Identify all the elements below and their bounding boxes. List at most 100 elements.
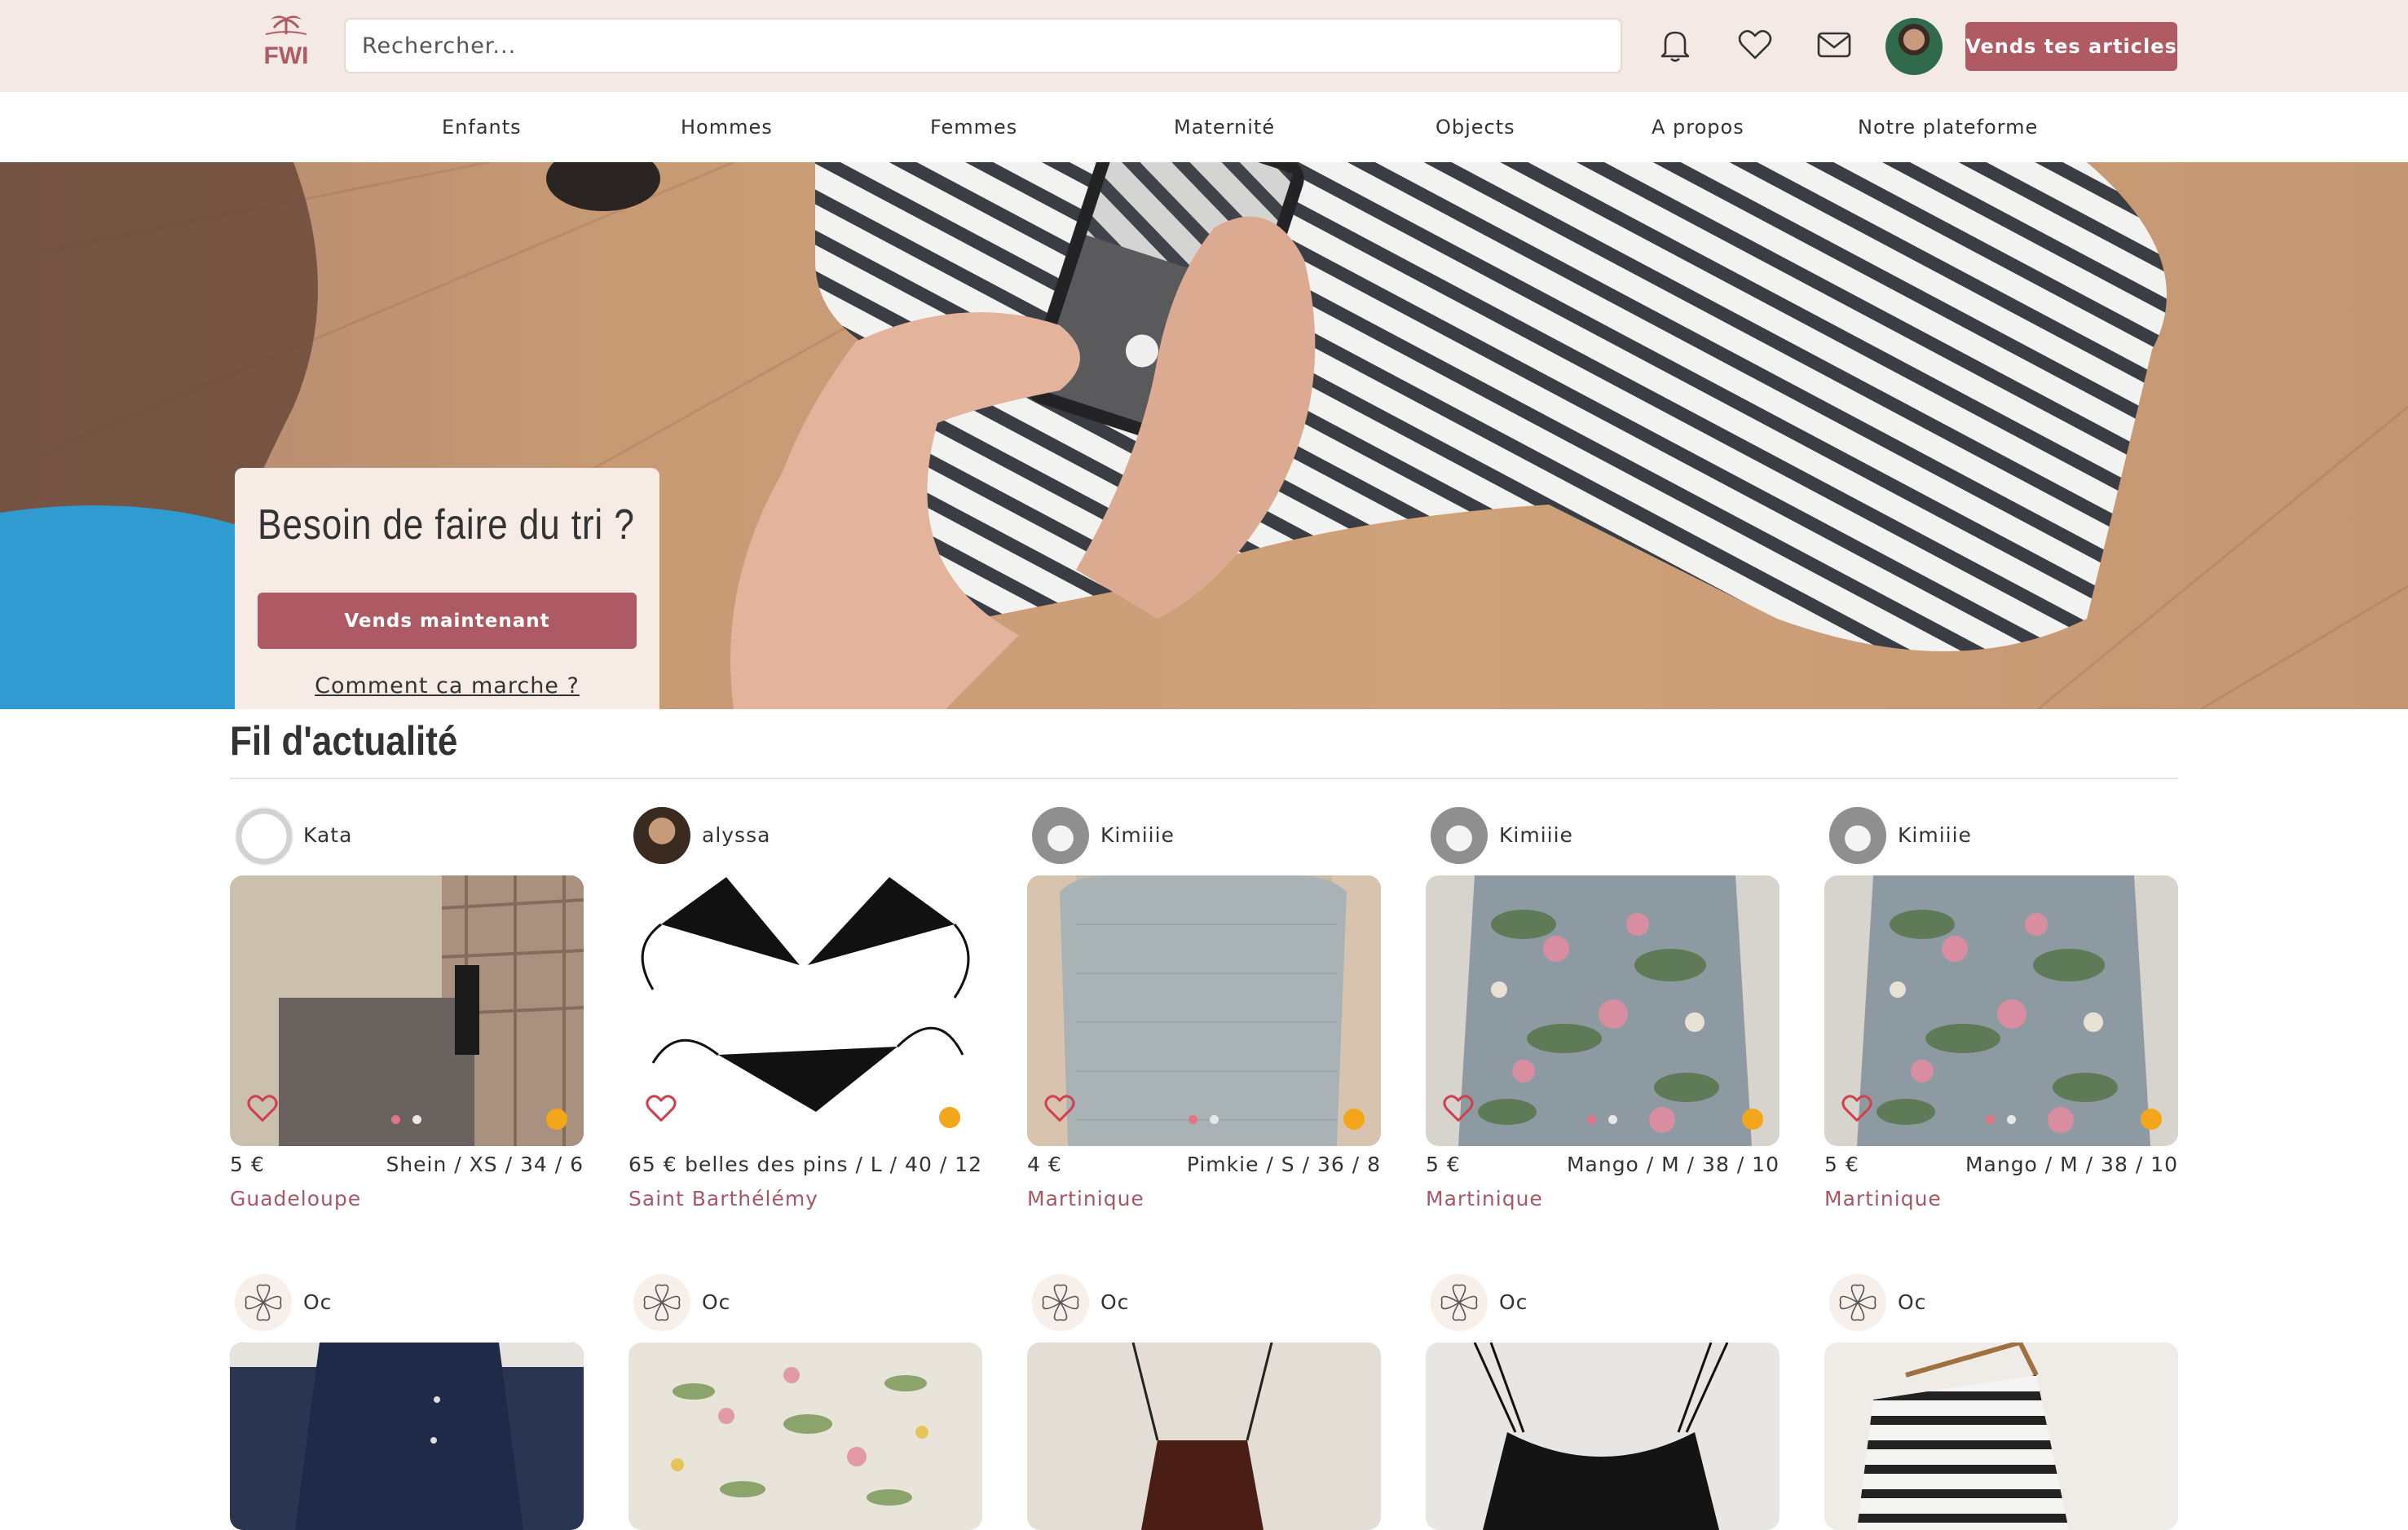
product-card[interactable]: Oc bbox=[230, 1274, 584, 1530]
boost-badge bbox=[546, 1109, 567, 1130]
image-carousel-dots[interactable] bbox=[1587, 1115, 1620, 1125]
product-image[interactable] bbox=[1824, 875, 2178, 1146]
product-card[interactable]: Kimiiie 5 € Mango / M / 38 / 10 Martiniq… bbox=[1824, 807, 2178, 1263]
divider bbox=[230, 778, 2178, 779]
product-card[interactable]: Kata 5 € Shein / XS / 34 / 6 Guadeloupe bbox=[230, 807, 584, 1263]
flower-icon bbox=[1042, 1284, 1079, 1321]
product-details: Pimkie / S / 36 / 8 bbox=[1186, 1153, 1381, 1176]
product-image[interactable] bbox=[1426, 875, 1780, 1146]
user-avatar[interactable] bbox=[1885, 18, 1943, 75]
product-card[interactable]: Oc bbox=[1027, 1274, 1381, 1530]
nav-item-hommes[interactable]: Hommes bbox=[681, 92, 773, 162]
favorite-heart-icon[interactable] bbox=[1043, 1094, 1076, 1123]
product-location: Martinique bbox=[1824, 1187, 1942, 1210]
product-image[interactable] bbox=[1824, 1343, 2178, 1530]
seller-avatar[interactable] bbox=[1032, 1274, 1089, 1331]
flower-icon bbox=[643, 1284, 681, 1321]
nav-item-objects[interactable]: Objects bbox=[1436, 92, 1515, 162]
sell-now-button[interactable]: Vends maintenant bbox=[258, 593, 637, 649]
product-card[interactable]: Kimiiie 5 € Mango / M / 38 / 10 Martiniq… bbox=[1426, 807, 1780, 1263]
seller-avatar[interactable] bbox=[235, 1274, 292, 1331]
seller-name[interactable]: Kata bbox=[303, 823, 352, 847]
seller-avatar[interactable] bbox=[1829, 807, 1886, 864]
seller-avatar[interactable] bbox=[1431, 807, 1488, 864]
hero-title: Besoin de faire du tri ? bbox=[258, 501, 635, 549]
product-card[interactable]: Oc bbox=[1426, 1274, 1780, 1530]
heart-icon bbox=[1738, 29, 1772, 60]
favorite-heart-icon[interactable] bbox=[246, 1094, 279, 1123]
product-location: Martinique bbox=[1027, 1187, 1144, 1210]
boost-badge bbox=[1742, 1109, 1763, 1130]
product-card[interactable]: Oc bbox=[628, 1274, 982, 1530]
site-logo[interactable]: FWI bbox=[259, 10, 313, 78]
nav-item-a-propos[interactable]: A propos bbox=[1652, 92, 1744, 162]
product-price: 5 € bbox=[1426, 1153, 1461, 1176]
product-details: Mango / M / 38 / 10 bbox=[1566, 1153, 1780, 1176]
boost-badge bbox=[1343, 1109, 1365, 1130]
mail-icon bbox=[1817, 32, 1851, 58]
image-carousel-dots[interactable] bbox=[1189, 1115, 1221, 1125]
product-card[interactable]: Kimiiie 4 € Pimkie / S / 36 / 8 Martiniq… bbox=[1027, 807, 1381, 1263]
product-price: 5 € bbox=[230, 1153, 265, 1176]
product-image[interactable] bbox=[1027, 875, 1381, 1146]
product-location: Martinique bbox=[1426, 1187, 1543, 1210]
boost-badge bbox=[939, 1107, 960, 1128]
product-price: 65 € bbox=[628, 1153, 677, 1176]
product-price: 4 € bbox=[1027, 1153, 1062, 1176]
bell-icon bbox=[1660, 31, 1690, 62]
seller-name[interactable]: Oc bbox=[1898, 1290, 1926, 1314]
nav-item-maternite[interactable]: Maternité bbox=[1174, 92, 1275, 162]
product-location: Guadeloupe bbox=[230, 1187, 362, 1210]
nav-item-femmes[interactable]: Femmes bbox=[930, 92, 1017, 162]
product-image[interactable] bbox=[1426, 1343, 1780, 1530]
boost-badge bbox=[2141, 1109, 2162, 1130]
image-carousel-dots[interactable] bbox=[1986, 1115, 2018, 1125]
feed-title: Fil d'actualité bbox=[230, 718, 458, 764]
product-image[interactable] bbox=[230, 1343, 584, 1530]
flower-icon bbox=[1839, 1284, 1877, 1321]
product-image[interactable] bbox=[628, 875, 982, 1146]
flower-icon bbox=[245, 1284, 282, 1321]
messages-button[interactable] bbox=[1812, 23, 1856, 67]
seller-avatar[interactable] bbox=[1829, 1274, 1886, 1331]
favorites-button[interactable] bbox=[1733, 23, 1777, 67]
seller-name[interactable]: Kimiiie bbox=[1499, 823, 1573, 847]
category-nav: Enfants Hommes Femmes Maternité Objects … bbox=[0, 92, 2408, 163]
sell-items-button[interactable]: Vends tes articles bbox=[1965, 22, 2177, 71]
image-carousel-dots[interactable] bbox=[391, 1115, 424, 1125]
seller-name[interactable]: Oc bbox=[303, 1290, 332, 1314]
seller-avatar[interactable] bbox=[1032, 807, 1089, 864]
search-input[interactable] bbox=[344, 18, 1622, 73]
product-details: belles des pins / L / 40 / 12 bbox=[685, 1153, 982, 1176]
favorite-heart-icon[interactable] bbox=[1841, 1094, 1873, 1123]
product-card[interactable]: alyssa 65 € belles des pins / L / 40 / 1… bbox=[628, 807, 982, 1263]
product-image[interactable] bbox=[628, 1343, 982, 1530]
product-details: Shein / XS / 34 / 6 bbox=[386, 1153, 584, 1176]
product-image[interactable] bbox=[1027, 1343, 1381, 1530]
seller-name[interactable]: Oc bbox=[1100, 1290, 1129, 1314]
favorite-heart-icon[interactable] bbox=[645, 1094, 677, 1123]
nav-item-notre-plateforme[interactable]: Notre plateforme bbox=[1858, 92, 2038, 162]
seller-name[interactable]: Oc bbox=[1499, 1290, 1528, 1314]
seller-avatar[interactable] bbox=[235, 807, 293, 866]
seller-avatar[interactable] bbox=[633, 1274, 690, 1331]
top-bar: FWI Vends tes articles bbox=[0, 0, 2408, 92]
seller-avatar[interactable] bbox=[1431, 1274, 1488, 1331]
product-details: Mango / M / 38 / 10 bbox=[1965, 1153, 2178, 1176]
seller-name[interactable]: Oc bbox=[702, 1290, 730, 1314]
notifications-button[interactable] bbox=[1653, 23, 1697, 67]
favorite-heart-icon[interactable] bbox=[1442, 1094, 1475, 1123]
seller-name[interactable]: Kimiiie bbox=[1100, 823, 1175, 847]
product-card[interactable]: Oc bbox=[1824, 1274, 2178, 1530]
product-location: Saint Barthélémy bbox=[628, 1187, 818, 1210]
hero-banner: Besoin de faire du tri ? Vends maintenan… bbox=[0, 162, 2408, 709]
seller-name[interactable]: alyssa bbox=[702, 823, 770, 847]
product-image[interactable] bbox=[230, 875, 584, 1146]
how-it-works-link[interactable]: Comment ca marche ? bbox=[258, 673, 637, 699]
product-price: 5 € bbox=[1824, 1153, 1859, 1176]
nav-item-enfants[interactable]: Enfants bbox=[442, 92, 522, 162]
logo-text: FWI bbox=[264, 42, 309, 69]
flower-icon bbox=[1440, 1284, 1478, 1321]
seller-avatar[interactable] bbox=[633, 807, 690, 864]
seller-name[interactable]: Kimiiie bbox=[1898, 823, 1972, 847]
